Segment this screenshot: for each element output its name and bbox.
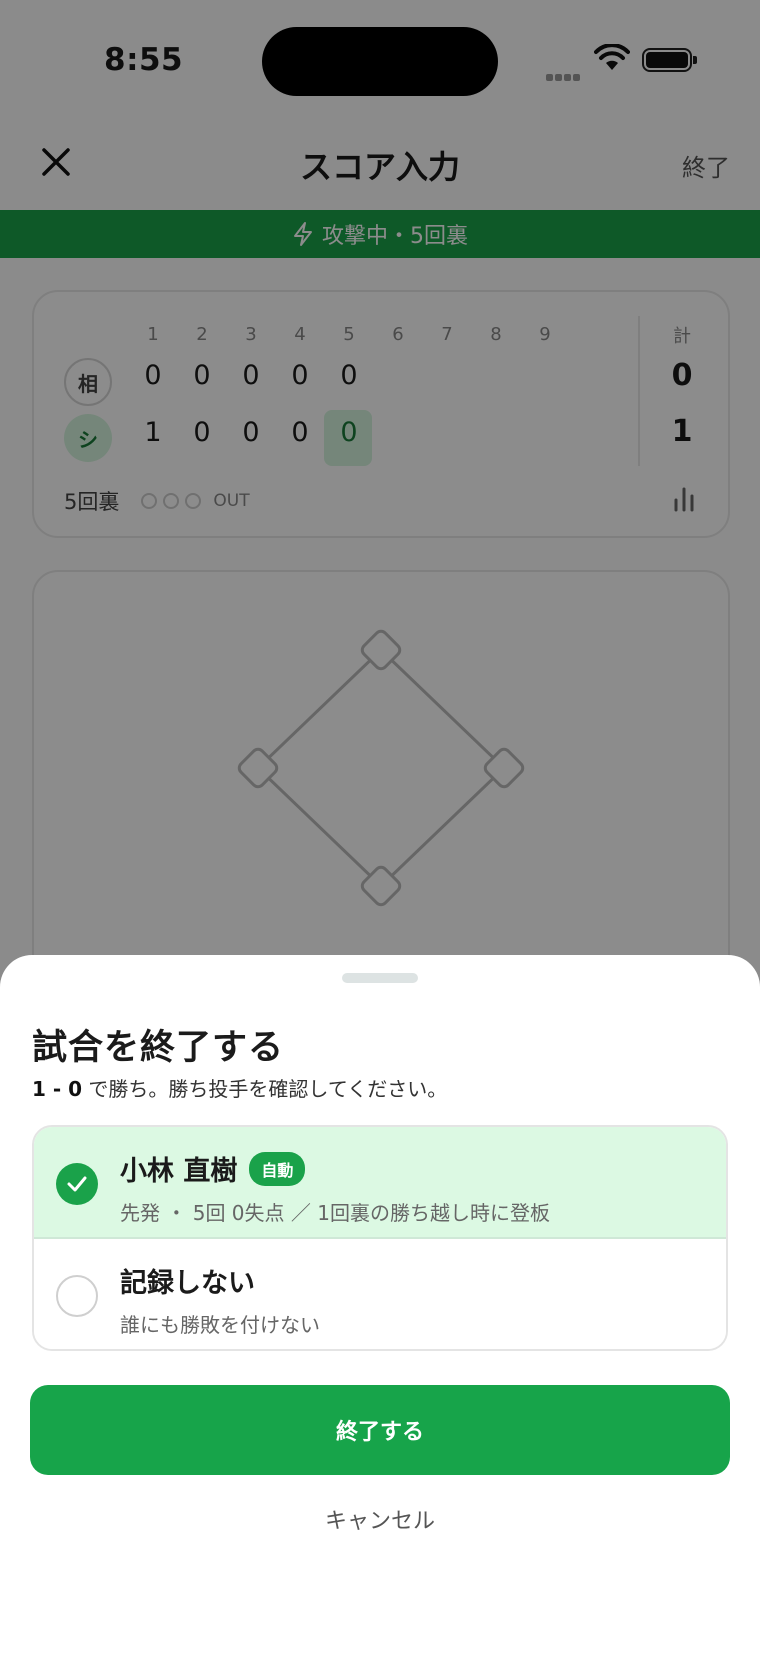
sheet-subtitle-text: で勝ち。勝ち投手を確認してください。 [82, 1077, 448, 1101]
end-game-sheet: 試合を終了する 1 - 0 で勝ち。勝ち投手を確認してください。 小林 直樹 自… [0, 955, 760, 1653]
auto-badge: 自動 [249, 1151, 306, 1186]
option-description: 誰にも勝敗を付けない [120, 1313, 320, 1337]
option-pitcher[interactable]: 小林 直樹 自動 先発 ・ 5回 0失点 ／ 1回裏の勝ち越し時に登板 [34, 1127, 726, 1239]
option-name: 小林 直樹 自動 [120, 1149, 306, 1188]
sheet-title: 試合を終了する [32, 1028, 285, 1068]
cancel-button[interactable]: キャンセル [0, 1503, 760, 1535]
option-no-record[interactable]: 記録しない 誰にも勝敗を付けない [34, 1239, 726, 1349]
confirm-end-button[interactable]: 終了する [30, 1385, 730, 1475]
radio-unchecked-icon [56, 1275, 98, 1317]
final-score: 1 - 0 [32, 1077, 83, 1101]
winning-pitcher-options: 小林 直樹 自動 先発 ・ 5回 0失点 ／ 1回裏の勝ち越し時に登板 記録しな… [32, 1125, 728, 1351]
sheet-subtitle: 1 - 0 で勝ち。勝ち投手を確認してください。 [32, 1073, 447, 1102]
option-name: 記録しない [120, 1268, 255, 1299]
pitcher-name: 小林 直樹 [120, 1156, 238, 1187]
option-description: 先発 ・ 5回 0失点 ／ 1回裏の勝ち越し時に登板 [120, 1201, 550, 1225]
check-icon [56, 1163, 98, 1205]
sheet-grabber[interactable] [342, 973, 418, 983]
